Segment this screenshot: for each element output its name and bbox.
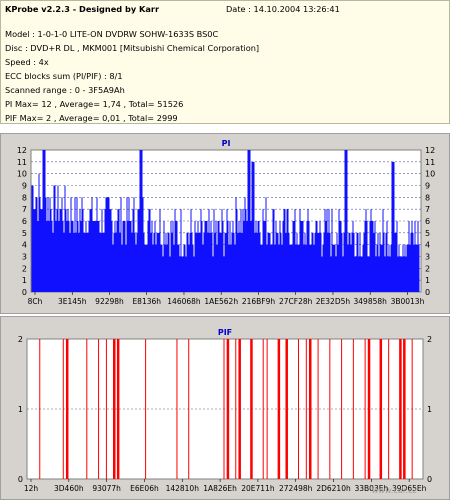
pif-chart-panel: PIF 2 2 1 1 0 0 12h 3D460h 93077h E6E06h 142810h 1A8… xyxy=(0,316,450,500)
ecc-blocks: ECC blocks sum (PI/PIF) : 8/1 xyxy=(5,71,123,81)
pi-y-tick-label-right: 2 xyxy=(425,264,430,273)
pif-x-tick-label: 2D6210h xyxy=(316,484,351,493)
pi-x-tick-label: 146068h xyxy=(167,297,201,306)
pi-y-tick-label-right: 10 xyxy=(425,170,435,179)
pi-x-tick-label: 92298h xyxy=(95,297,124,306)
pif-y-tick-label-right: 0 xyxy=(427,475,432,484)
pi-y-tick-label-right: 11 xyxy=(425,158,435,167)
pif-x-tick-label: 142810h xyxy=(166,484,200,493)
pi-y-tick-label: 8 xyxy=(22,193,27,202)
pi-y-tick-label-right: 5 xyxy=(425,229,430,238)
pif-y-tick-label-right: 2 xyxy=(427,335,432,344)
pi-y-tick-label: 10 xyxy=(17,170,27,179)
pi-y-tick-label-right: 3 xyxy=(425,253,430,262)
pi-y-tick-label-right: 9 xyxy=(425,182,430,191)
pi-chart: PI12 1211 1110 109 98 87 76 65 54 43 32 21 10 08Ch 3E1… xyxy=(17,139,435,306)
pi-y-tick-label: 5 xyxy=(22,229,27,238)
pi-y-tick-label-right: 0 xyxy=(425,288,430,297)
scanned-range: Scanned range : 0 - 3F5A9Ah xyxy=(5,85,125,95)
scan-speed: Speed : 4x xyxy=(5,57,49,67)
disc-info: Disc : DVD+R DL , MKM001 [Mitsubishi Che… xyxy=(5,43,260,53)
pi-x-tick-label: 27CF28h xyxy=(279,297,313,306)
pi-y-tick-label: 9 xyxy=(22,182,27,191)
watermark: www.cdr.cz xyxy=(372,486,417,495)
pi-y-tick-label: 2 xyxy=(22,264,27,273)
pi-y-tick-label-right: 1 xyxy=(425,276,430,285)
pif-x-tick-label: 3D460h xyxy=(54,484,84,493)
pi-title: PI xyxy=(222,139,231,148)
pi-y-tick-label-right: 7 xyxy=(425,205,430,214)
pi-x-tick-label: 3E145h xyxy=(58,297,87,306)
pif-x-tick-label: 12h xyxy=(24,484,39,493)
pi-chart-panel: PI 12 12 11 11 10 10 9 9 8 8 7 7 6 6 5 5 4 4 3 3 2 2 1 1 0 0 8Ch 3E1… xyxy=(0,133,450,314)
pif-x-tick-label: E6E06h xyxy=(130,484,159,493)
pi-stats: PI Max= 12 , Average= 1,74 , Total= 5152… xyxy=(5,99,184,109)
pif-x-tick-label: 93077h xyxy=(92,484,121,493)
pif-x-tick-label: 272498h xyxy=(279,484,313,493)
pif-y-tick-label: 0 xyxy=(18,475,23,484)
pi-y-tick-label-right: 12 xyxy=(425,146,435,155)
pi-x-tick-label: 3B0013h xyxy=(391,297,425,306)
pi-x-tick-label: 2E32D5h xyxy=(316,297,351,306)
pi-y-tick-label-right: 8 xyxy=(425,193,430,202)
pi-x-tick-label: 8Ch xyxy=(28,297,43,306)
pif-x-tick-label: 20E711h xyxy=(241,484,275,493)
pif-stats: PIF Max= 2 , Average= 0,01 , Total= 2999 xyxy=(5,113,178,123)
pif-y-tick-label: 1 xyxy=(18,405,23,414)
pi-y-tick-label: 7 xyxy=(22,205,27,214)
pi-y-tick-label: 0 xyxy=(22,288,27,297)
drive-model: Model : 1-0-1-0 LITE-ON DVDRW SOHW-1633S… xyxy=(5,29,219,39)
pi-x-tick-label: 349858h xyxy=(354,297,388,306)
pi-x-tick-label: E8136h xyxy=(132,297,161,306)
pi-y-tick-label: 4 xyxy=(22,241,27,250)
pif-x-tick-label: 1A826Eh xyxy=(203,484,237,493)
pi-y-tick-label: 6 xyxy=(22,217,27,226)
pif-title: PIF xyxy=(218,328,232,337)
pi-x-tick-label: 216BF9h xyxy=(242,297,276,306)
app-title: KProbe v2.2.3 - Designed by Karr xyxy=(5,4,159,14)
report-header: KProbe v2.2.3 - Designed by Karr Date : … xyxy=(0,0,450,124)
pi-y-tick-label: 11 xyxy=(17,158,27,167)
pi-y-tick-label: 12 xyxy=(17,146,27,155)
pi-y-tick-label-right: 4 xyxy=(425,241,430,250)
pi-y-tick-label: 1 xyxy=(22,276,27,285)
scan-date: Date : 14.10.2004 13:26:41 xyxy=(226,4,340,14)
pi-y-tick-label-right: 6 xyxy=(425,217,430,226)
pi-y-tick-label: 3 xyxy=(22,253,27,262)
pif-y-tick-label: 2 xyxy=(18,335,23,344)
pif-y-tick-label-right: 1 xyxy=(427,405,432,414)
pif-chart: PIF2 21 10 012h 3D460h 93077h E6E06h 142810h 1A8… xyxy=(18,328,432,493)
pi-x-tick-label: 1AE562h xyxy=(204,297,238,306)
